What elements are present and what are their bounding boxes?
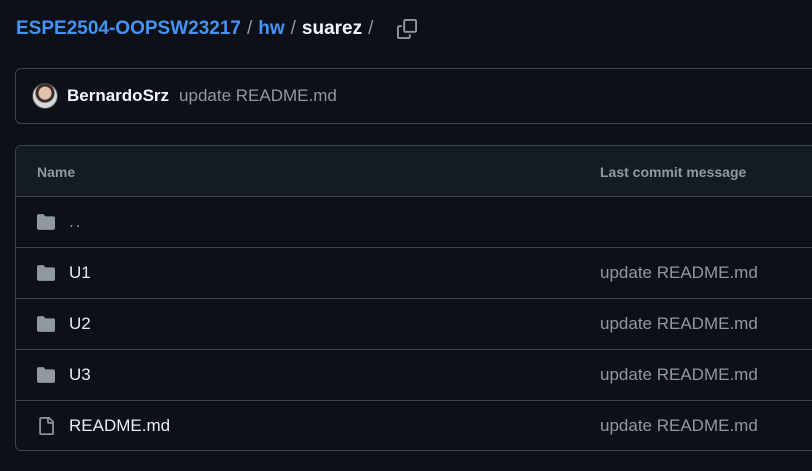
column-header-last-commit: Last commit message <box>600 164 747 180</box>
parent-directory-link[interactable]: .. <box>69 212 82 232</box>
column-header-name: Name <box>37 164 76 180</box>
file-icon <box>39 417 54 435</box>
breadcrumb-separator: / <box>246 18 253 39</box>
row-commit-message[interactable]: update README.md <box>600 263 758 283</box>
file-table: Name Last commit message .. U1 update RE… <box>15 145 812 451</box>
avatar[interactable] <box>32 83 58 109</box>
breadcrumb-current: suarez <box>301 18 363 39</box>
table-header: Name Last commit message <box>16 146 812 197</box>
breadcrumb-separator: / <box>368 18 374 39</box>
breadcrumb-repo-link[interactable]: ESPE2504-OOPSW23217 <box>16 18 241 40</box>
row-commit-message[interactable]: update README.md <box>600 416 758 436</box>
table-row[interactable]: .. <box>16 197 812 248</box>
folder-icon <box>37 214 55 230</box>
file-link-readme[interactable]: README.md <box>69 416 170 436</box>
latest-commit-bar: BernardoSrz update README.md <box>15 68 812 124</box>
table-row[interactable]: U3 update README.md <box>16 350 812 401</box>
folder-link-u2[interactable]: U2 <box>69 314 91 334</box>
commit-author-link[interactable]: BernardoSrz <box>67 86 169 106</box>
table-row[interactable]: README.md update README.md <box>16 401 812 450</box>
breadcrumb-separator: / <box>290 18 296 39</box>
copy-icon <box>397 19 418 39</box>
breadcrumb-hw-link[interactable]: hw <box>258 18 284 40</box>
row-commit-message[interactable]: update README.md <box>600 314 758 334</box>
copy-path-button[interactable] <box>395 17 419 41</box>
table-row[interactable]: U2 update README.md <box>16 299 812 350</box>
folder-link-u3[interactable]: U3 <box>69 365 91 385</box>
row-commit-message[interactable]: update README.md <box>600 365 758 385</box>
table-row[interactable]: U1 update README.md <box>16 248 812 299</box>
folder-icon <box>37 265 55 281</box>
folder-icon <box>37 316 55 332</box>
commit-message-link[interactable]: update README.md <box>179 86 337 106</box>
breadcrumb: ESPE2504-OOPSW23217 / hw / suarez / <box>16 16 419 42</box>
folder-link-u1[interactable]: U1 <box>69 263 91 283</box>
folder-icon <box>37 367 55 383</box>
